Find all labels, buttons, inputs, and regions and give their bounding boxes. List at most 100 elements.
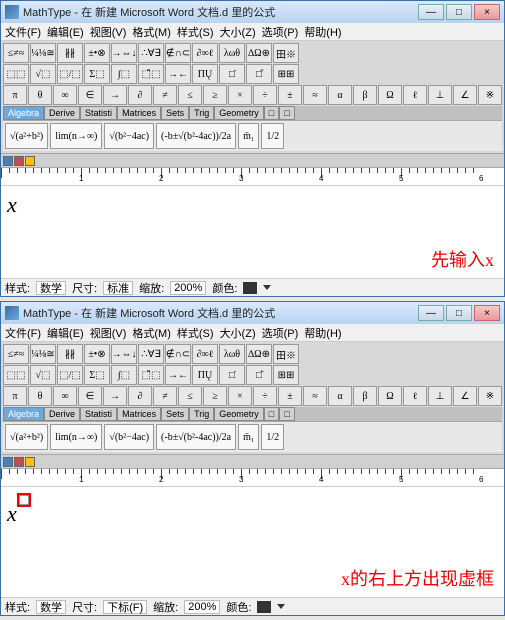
- tab-geometry[interactable]: Geometry: [214, 407, 264, 421]
- color-swatch-yellow[interactable]: [25, 156, 35, 166]
- example-button[interactable]: √(b²−4ac): [104, 424, 154, 450]
- palette-button[interactable]: Ω: [378, 85, 402, 105]
- palette-button[interactable]: ÷: [253, 386, 277, 406]
- palette-button[interactable]: ∴∀∃: [138, 344, 164, 364]
- example-button[interactable]: √(b²−4ac): [104, 123, 154, 149]
- palette-button[interactable]: ≥: [203, 85, 227, 105]
- palette-button[interactable]: ⊞⊞: [273, 365, 299, 385]
- palette-button[interactable]: ⬚̄⬚: [138, 64, 164, 84]
- palette-button[interactable]: ⬚/⬚: [57, 365, 83, 385]
- tab-9[interactable]: □: [279, 407, 294, 421]
- menu-view[interactable]: 视图(V): [90, 325, 127, 341]
- palette-button[interactable]: ∂: [128, 85, 152, 105]
- minimize-button[interactable]: —: [418, 305, 444, 321]
- palette-button[interactable]: □̂: [246, 64, 272, 84]
- example-button[interactable]: √(a²+b²): [5, 424, 48, 450]
- menu-format[interactable]: 格式(M): [132, 325, 171, 341]
- palette-button[interactable]: ⬚⬚: [3, 64, 29, 84]
- palette-button[interactable]: →⇔↓: [111, 43, 137, 63]
- tab-sets[interactable]: Sets: [161, 106, 189, 120]
- palette-button[interactable]: ∂∞ℓ: [192, 344, 218, 364]
- menu-file[interactable]: 文件(F): [5, 24, 41, 40]
- palette-button[interactable]: ∈: [78, 85, 102, 105]
- menu-edit[interactable]: 编辑(E): [47, 325, 84, 341]
- palette-button[interactable]: ≥: [203, 386, 227, 406]
- example-button[interactable]: 1/2: [261, 424, 284, 450]
- status-style-value[interactable]: 数学: [36, 281, 66, 295]
- palette-button[interactable]: λωθ: [219, 344, 245, 364]
- palette-button[interactable]: ※: [478, 386, 502, 406]
- palette-button[interactable]: ∫⬚: [111, 64, 137, 84]
- palette-button[interactable]: ±•⊗: [84, 43, 110, 63]
- palette-button[interactable]: ÷: [253, 85, 277, 105]
- tab-derive[interactable]: Derive: [44, 407, 80, 421]
- palette-button[interactable]: →←: [165, 64, 191, 84]
- example-button[interactable]: (-b±√(b²-4ac))/2a: [156, 424, 236, 450]
- palette-button[interactable]: ¼⅛≅: [30, 344, 56, 364]
- tab-matrices[interactable]: Matrices: [117, 407, 161, 421]
- palette-button[interactable]: ∞: [53, 386, 77, 406]
- palette-button[interactable]: π: [3, 85, 27, 105]
- menu-size[interactable]: 大小(Z): [220, 24, 256, 40]
- palette-button[interactable]: ⬚̄⬚: [138, 365, 164, 385]
- status-cursor-value[interactable]: 下标(F): [103, 600, 147, 614]
- palette-button[interactable]: ≈: [303, 85, 327, 105]
- tab-sets[interactable]: Sets: [161, 407, 189, 421]
- status-zoom-value[interactable]: 200%: [184, 600, 220, 614]
- menu-style[interactable]: 样式(S): [177, 24, 214, 40]
- menu-option[interactable]: 选项(P): [262, 24, 299, 40]
- palette-button[interactable]: →: [103, 85, 127, 105]
- palette-button[interactable]: ≤: [178, 386, 202, 406]
- maximize-button[interactable]: □: [446, 4, 472, 20]
- palette-button[interactable]: ∫⬚: [111, 365, 137, 385]
- palette-button[interactable]: ×: [228, 85, 252, 105]
- palette-button[interactable]: ℓ: [403, 85, 427, 105]
- palette-button[interactable]: ∆Ω⊕: [246, 344, 272, 364]
- palette-button[interactable]: Ω: [378, 386, 402, 406]
- palette-button[interactable]: ≠: [153, 85, 177, 105]
- palette-button[interactable]: ≤≠≈: [3, 43, 29, 63]
- tab-trig[interactable]: Trig: [189, 407, 214, 421]
- palette-button[interactable]: ≤≠≈: [3, 344, 29, 364]
- palette-button[interactable]: θ: [28, 85, 52, 105]
- example-button[interactable]: (-b±√(b²-4ac))/2a: [156, 123, 236, 149]
- maximize-button[interactable]: □: [446, 305, 472, 321]
- edit-area[interactable]: x x的右上方出现虚框: [1, 487, 504, 597]
- palette-button[interactable]: ∈: [78, 386, 102, 406]
- tab-algebra[interactable]: Algebra: [3, 106, 44, 120]
- palette-button[interactable]: ∠: [453, 85, 477, 105]
- tab-statistics[interactable]: Statisti: [80, 407, 117, 421]
- palette-button[interactable]: θ: [28, 386, 52, 406]
- status-color-swatch[interactable]: [257, 601, 271, 613]
- palette-button[interactable]: λωθ: [219, 43, 245, 63]
- example-button[interactable]: √(a²+b²): [5, 123, 48, 149]
- palette-button[interactable]: α: [328, 85, 352, 105]
- palette-button[interactable]: ※: [478, 85, 502, 105]
- example-button[interactable]: m̄₁: [238, 424, 259, 450]
- tab-8[interactable]: □: [264, 106, 279, 120]
- example-button[interactable]: m̄₁: [238, 123, 259, 149]
- menu-file[interactable]: 文件(F): [5, 325, 41, 341]
- palette-button[interactable]: ≠: [153, 386, 177, 406]
- menu-help[interactable]: 帮助(H): [304, 24, 341, 40]
- tab-9[interactable]: □: [279, 106, 294, 120]
- palette-button[interactable]: ∦∦: [57, 43, 83, 63]
- palette-button[interactable]: ∞: [53, 85, 77, 105]
- palette-button[interactable]: ∉∩⊂: [165, 43, 191, 63]
- tab-statistics[interactable]: Statisti: [80, 106, 117, 120]
- palette-button[interactable]: Σ⬚: [84, 365, 110, 385]
- tab-trig[interactable]: Trig: [189, 106, 214, 120]
- palette-button[interactable]: 田※: [273, 344, 299, 364]
- palette-button[interactable]: →←: [165, 365, 191, 385]
- menu-option[interactable]: 选项(P): [262, 325, 299, 341]
- palette-button[interactable]: ¼⅛≅: [30, 43, 56, 63]
- palette-button[interactable]: ≈: [303, 386, 327, 406]
- palette-button[interactable]: ∴∀∃: [138, 43, 164, 63]
- status-size-value[interactable]: 标准: [103, 281, 133, 295]
- menu-help[interactable]: 帮助(H): [304, 325, 341, 341]
- tab-geometry[interactable]: Geometry: [214, 106, 264, 120]
- color-swatch-red[interactable]: [14, 457, 24, 467]
- tab-matrices[interactable]: Matrices: [117, 106, 161, 120]
- palette-button[interactable]: □̇: [219, 365, 245, 385]
- palette-button[interactable]: ×: [228, 386, 252, 406]
